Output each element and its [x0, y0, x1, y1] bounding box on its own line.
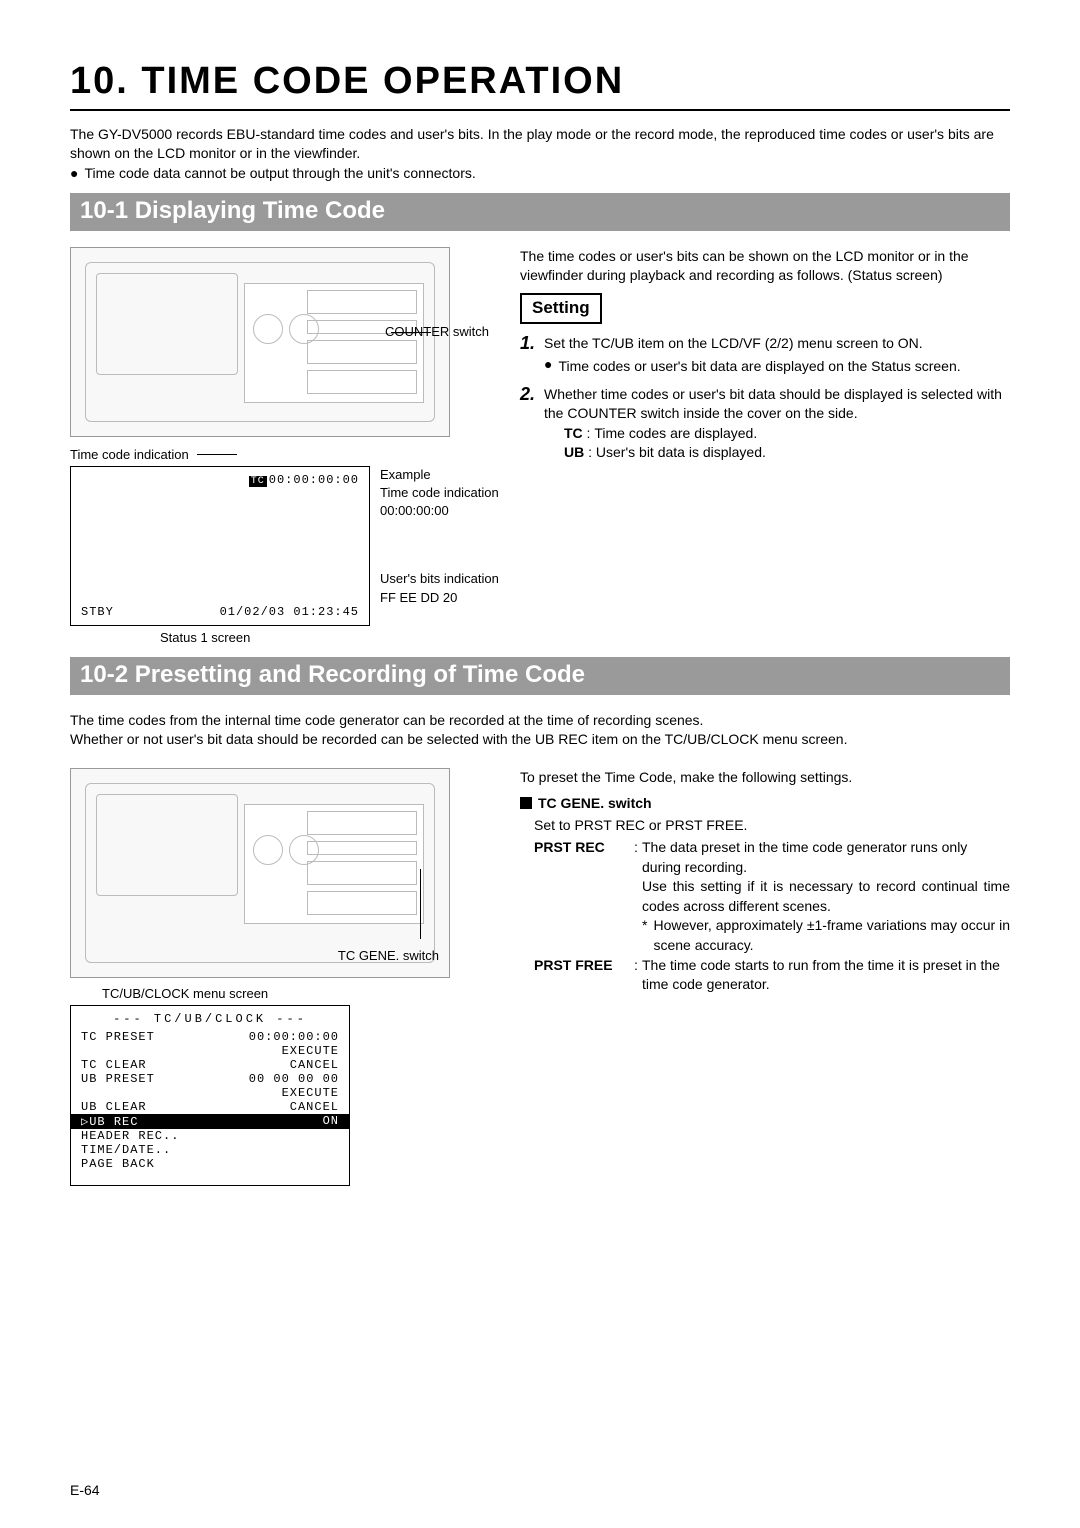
camera-diagram-2: TC GENE. switch: [70, 768, 450, 978]
menu-r6r: CANCEL: [290, 1100, 339, 1114]
menu-r4l: UB PRESET: [81, 1072, 155, 1086]
menu-r1l: TC PRESET: [81, 1030, 155, 1044]
example-ub-val: FF EE DD 20: [380, 589, 530, 607]
step-2-text: Whether time codes or user's bit data sh…: [544, 386, 1002, 422]
section-10-1-header: 10-1 Displaying Time Code: [70, 193, 1010, 231]
bullet-dot: ●: [70, 165, 78, 181]
tc-gene-header-text: TC GENE. switch: [538, 795, 652, 811]
menu-r6l: UB CLEAR: [81, 1100, 147, 1114]
menu-r1r: 00:00:00:00: [249, 1030, 339, 1044]
square-icon: [520, 797, 532, 809]
prst-rec-star: However, approximately ±1-frame variatio…: [653, 916, 1010, 955]
sec2-intro-line1: The time codes from the internal time co…: [70, 711, 1010, 731]
menu-highlight-row: ▷UB REC ON: [71, 1114, 349, 1129]
tc-gene-header: TC GENE. switch: [520, 794, 1010, 813]
status-stby: STBY: [81, 605, 114, 619]
setting-box: Setting: [520, 293, 602, 324]
menu-r10l: PAGE BACK: [81, 1157, 155, 1171]
sec2-intro-line2: Whether or not user's bit data should be…: [70, 730, 1010, 750]
menu-r3r: CANCEL: [290, 1058, 339, 1072]
menu-r5r: EXECUTE: [282, 1086, 339, 1100]
status-screen-box: TC00:00:00:00 STBY 01/02/03 01:23:45: [70, 466, 370, 626]
status-tc-readout: TC00:00:00:00: [249, 473, 359, 487]
example-ub-label: User's bits indication: [380, 570, 530, 588]
sec1-right-intro: The time codes or user's bits can be sho…: [520, 247, 1010, 285]
menu-r8l: HEADER REC..: [81, 1129, 179, 1143]
example-tc-label: Time code indication: [380, 484, 530, 502]
prst-free-desc: The time code starts to run from the tim…: [642, 956, 1010, 995]
step-1-num: 1.: [520, 334, 538, 377]
step-2: 2. Whether time codes or user's bit data…: [520, 385, 1010, 463]
intro-block: The GY-DV5000 records EBU-standard time …: [70, 125, 1010, 181]
intro-paragraph: The GY-DV5000 records EBU-standard time …: [70, 125, 1010, 163]
menu-header: --- TC/UB/CLOCK ---: [81, 1012, 339, 1026]
example-tc-val: 00:00:00:00: [380, 502, 530, 520]
prst-free-label: PRST FREE: [534, 956, 634, 995]
status-caption: Status 1 screen: [160, 630, 490, 645]
bullet-dot: ●: [544, 357, 552, 377]
menu-r3l: TC CLEAR: [81, 1058, 147, 1072]
counter-switch-label: COUNTER switch: [385, 324, 489, 339]
menu-r2r: EXECUTE: [282, 1044, 339, 1058]
tc-ub-clock-menu: --- TC/UB/CLOCK --- TC PRESET 00:00:00:00…: [70, 1005, 350, 1186]
step-2-num: 2.: [520, 385, 538, 463]
time-code-indication-label: Time code indication: [70, 447, 189, 462]
intro-bullet-text: Time code data cannot be output through …: [84, 165, 475, 181]
status-tc-value: 00:00:00:00: [269, 473, 359, 487]
sec2-intro: The time codes from the internal time co…: [70, 711, 1010, 750]
tc-gene-set: Set to PRST REC or PRST FREE.: [534, 816, 1010, 836]
example-block: Example Time code indication 00:00:00:00…: [380, 466, 530, 607]
horizontal-rule: [70, 109, 1010, 111]
step-1-text: Set the TC/UB item on the LCD/VF (2/2) m…: [544, 335, 923, 351]
tc-badge: TC: [249, 476, 267, 487]
menu-r7r: ON: [313, 1114, 349, 1129]
camera-diagram-1: COUNTER switch: [70, 247, 450, 437]
step-2-ub: User's bit data is displayed.: [596, 444, 766, 460]
prst-rec-desc-1: The data preset in the time code generat…: [642, 838, 1010, 877]
example-label: Example: [380, 466, 530, 484]
prst-rec-label: PRST REC: [534, 838, 634, 956]
status-datetime: 01/02/03 01:23:45: [220, 605, 359, 619]
menu-r9l: TIME/DATE..: [81, 1143, 171, 1157]
menu-caption: TC/UB/CLOCK menu screen: [102, 986, 490, 1001]
page-number: E-64: [70, 1482, 100, 1498]
intro-bullet: ● Time code data cannot be output throug…: [70, 165, 1010, 181]
tc-gene-switch-label: TC GENE. switch: [338, 948, 439, 963]
chapter-title: 10. TIME CODE OPERATION: [70, 60, 1010, 103]
step-2-tc: Time codes are displayed.: [594, 425, 757, 441]
asterisk: *: [642, 916, 647, 955]
menu-r7l: ▷UB REC: [71, 1114, 148, 1129]
section-10-2-header: 10-2 Presetting and Recording of Time Co…: [70, 657, 1010, 695]
step-1: 1. Set the TC/UB item on the LCD/VF (2/2…: [520, 334, 1010, 377]
prst-rec-desc-2: Use this setting if it is necessary to r…: [642, 877, 1010, 916]
preset-lead: To preset the Time Code, make the follow…: [520, 768, 1010, 788]
step-1-sub: Time codes or user's bit data are displa…: [558, 357, 960, 377]
menu-r4r: 00 00 00 00: [249, 1072, 339, 1086]
